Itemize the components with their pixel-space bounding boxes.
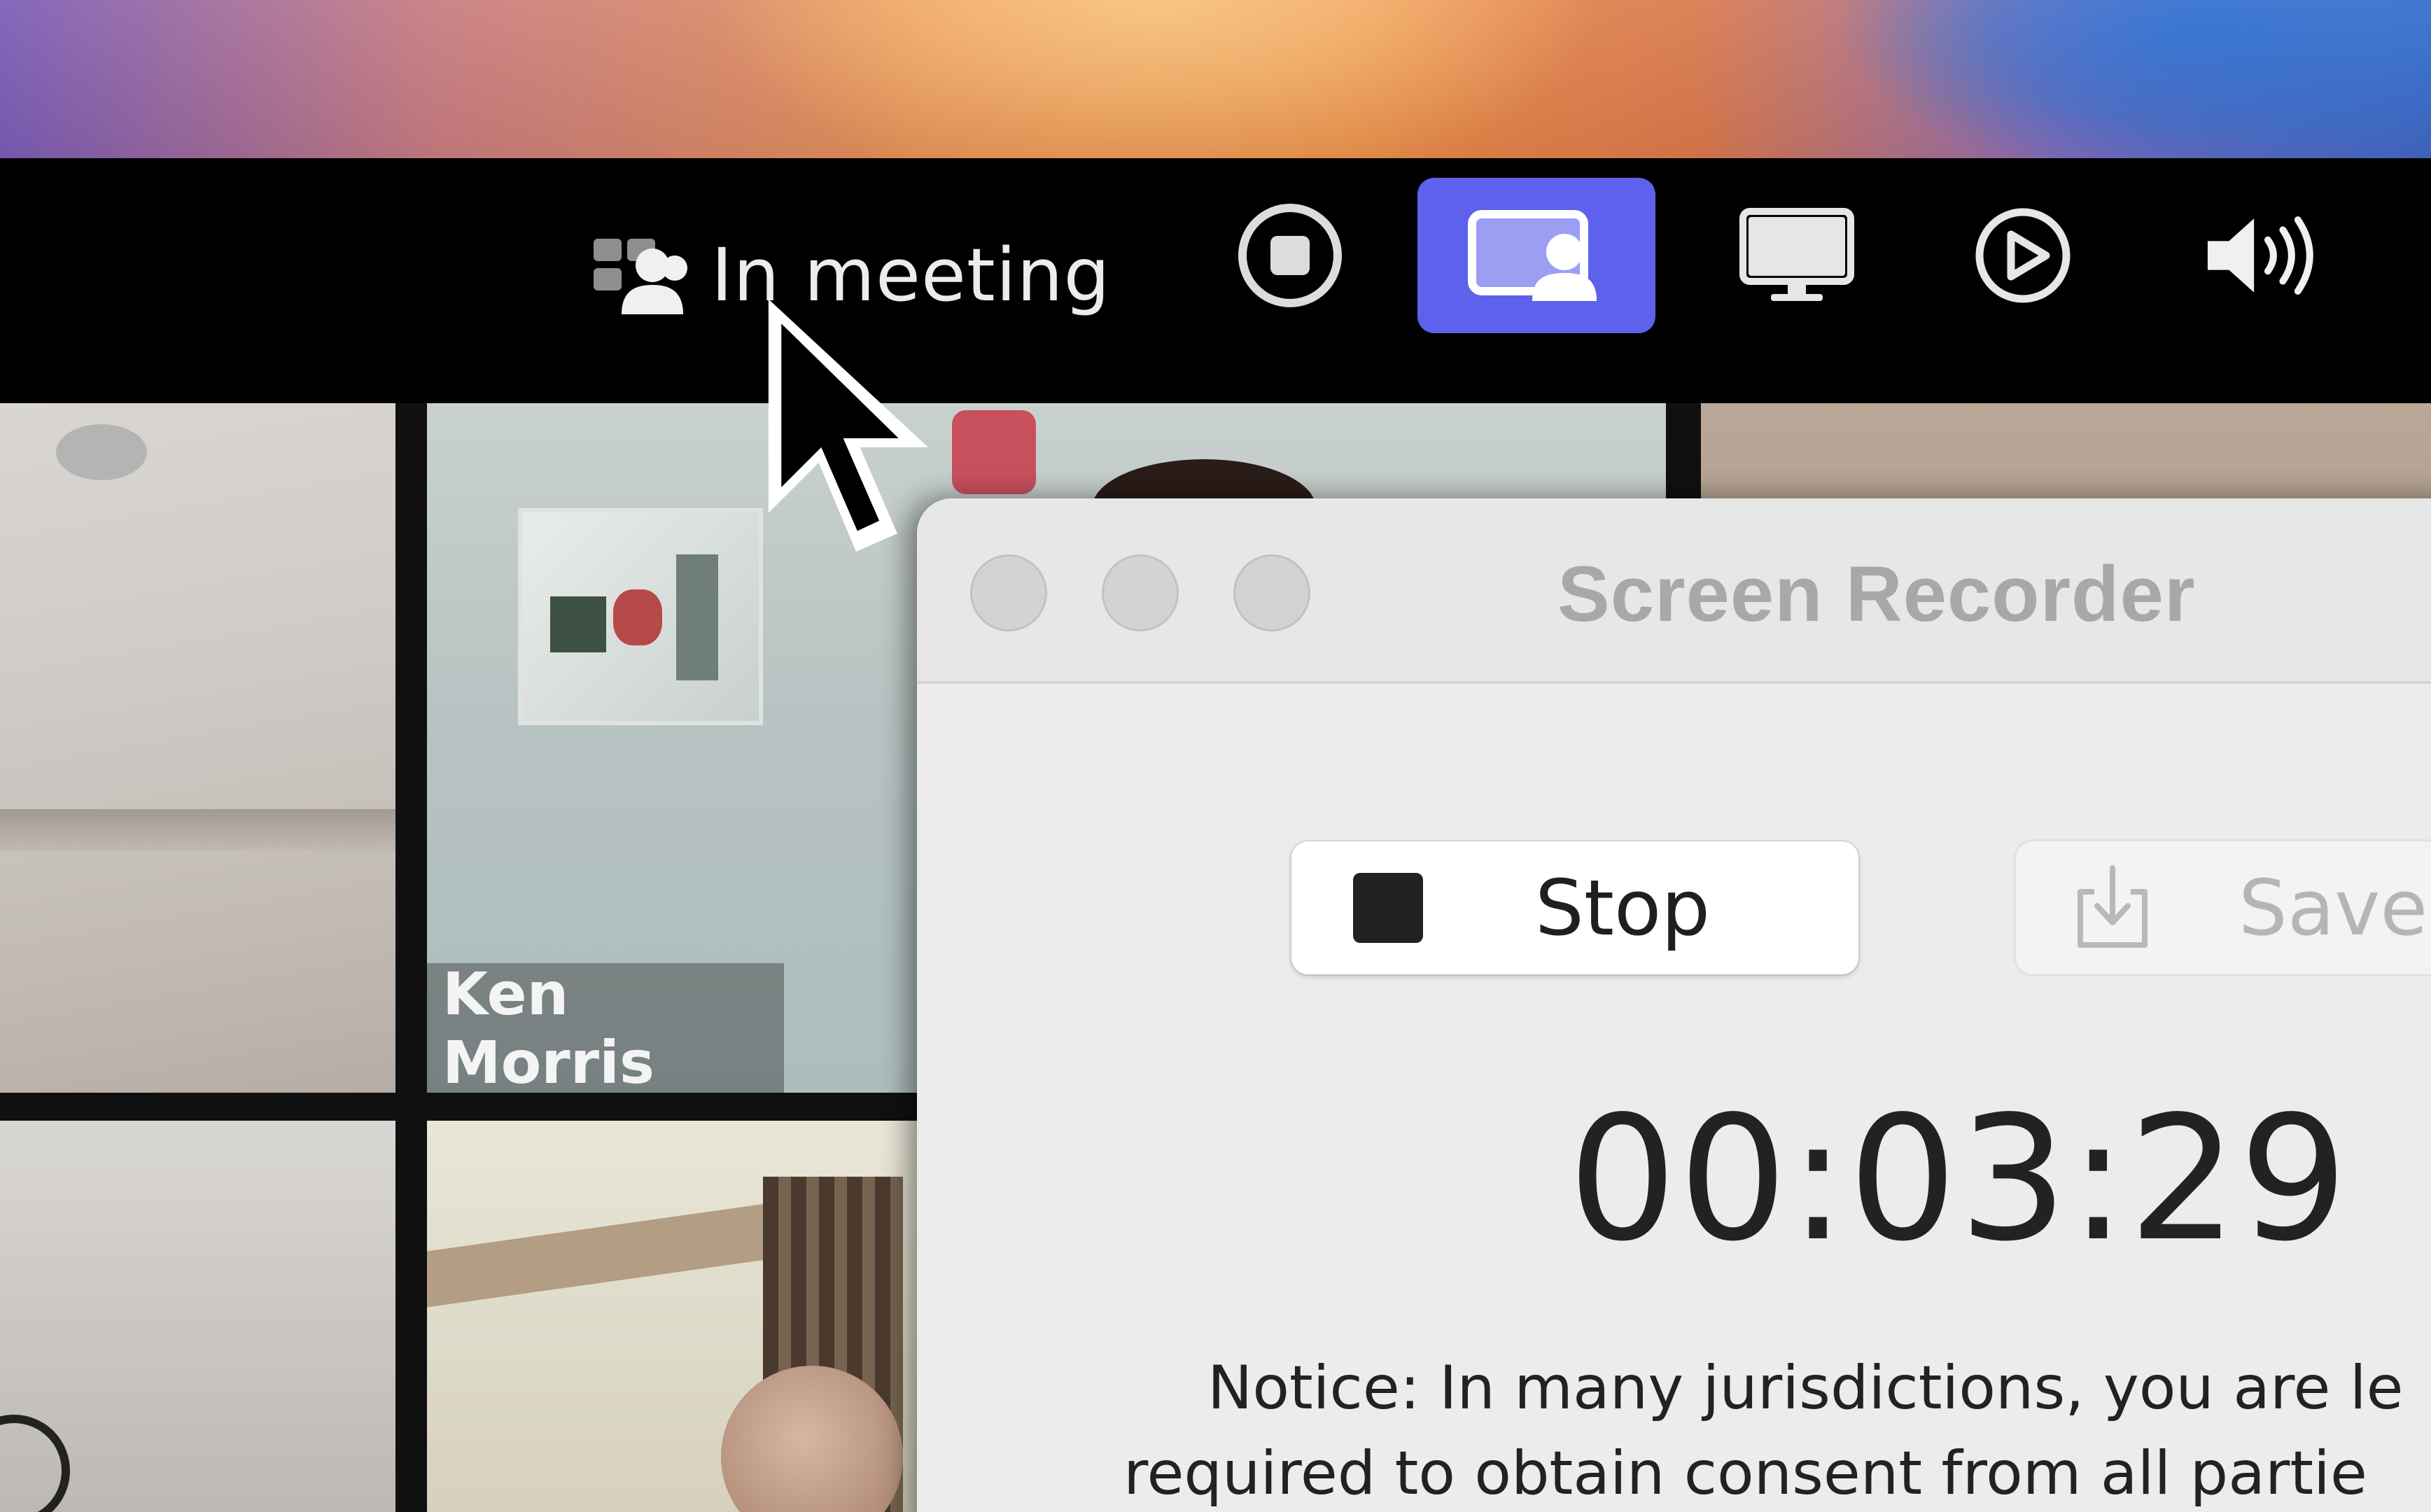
- volume-button[interactable]: [2201, 178, 2320, 333]
- ceiling-lamp: [56, 424, 147, 480]
- download-icon: [2071, 861, 2155, 955]
- play-button[interactable]: [1963, 178, 2082, 333]
- stop-record-button[interactable]: [1231, 178, 1350, 333]
- wall-object: [952, 410, 1036, 494]
- wall-picture: [518, 508, 763, 725]
- video-tile[interactable]: [0, 403, 395, 1093]
- stop-record-icon: [1238, 204, 1342, 307]
- ceiling-cornice: [427, 1200, 791, 1308]
- elapsed-time: 00:03:29: [1568, 1079, 2350, 1279]
- display-icon: [1739, 208, 1854, 301]
- mouse-pointer-icon: [768, 299, 929, 552]
- play-icon: [1975, 208, 2071, 303]
- screen-share-icon: [1468, 210, 1597, 301]
- save-button-label: Save: [2239, 863, 2428, 953]
- screen-recorder-window: Screen Recorder Stop Save 00:03:29 Notic…: [917, 498, 2431, 1512]
- menu-bar: In meeting: [0, 158, 2431, 403]
- stop-icon: [1353, 873, 1423, 943]
- screen-share-button[interactable]: [1417, 178, 1655, 333]
- participant-name: Ken Morris: [442, 959, 654, 1097]
- desktop-wallpaper: [0, 0, 2431, 158]
- participant-name-plate: Ken Morris: [427, 960, 784, 1097]
- video-tile[interactable]: [0, 1121, 395, 1512]
- display-button[interactable]: [1737, 178, 1856, 333]
- zoom-window-button[interactable]: [1233, 554, 1310, 631]
- room-object: [0, 1415, 70, 1512]
- notice-line-2: required to obtain consent from all part…: [1123, 1438, 2367, 1508]
- stop-button-label: Stop: [1535, 863, 1711, 953]
- room-ledge: [0, 809, 395, 851]
- notice-line-1: Notice: In many jurisdictions, you are l…: [1207, 1353, 2404, 1423]
- window-titlebar[interactable]: Screen Recorder: [917, 498, 2431, 684]
- minimize-window-button[interactable]: [1102, 554, 1179, 631]
- save-button[interactable]: Save: [2016, 841, 2431, 974]
- meeting-status-icon: [588, 232, 693, 319]
- stop-button[interactable]: Stop: [1291, 841, 1858, 974]
- legal-notice: Notice: In many jurisdictions, you are l…: [917, 1345, 2431, 1512]
- close-window-button[interactable]: [970, 554, 1047, 631]
- volume-icon: [2207, 216, 2313, 295]
- window-title: Screen Recorder: [1557, 550, 2196, 638]
